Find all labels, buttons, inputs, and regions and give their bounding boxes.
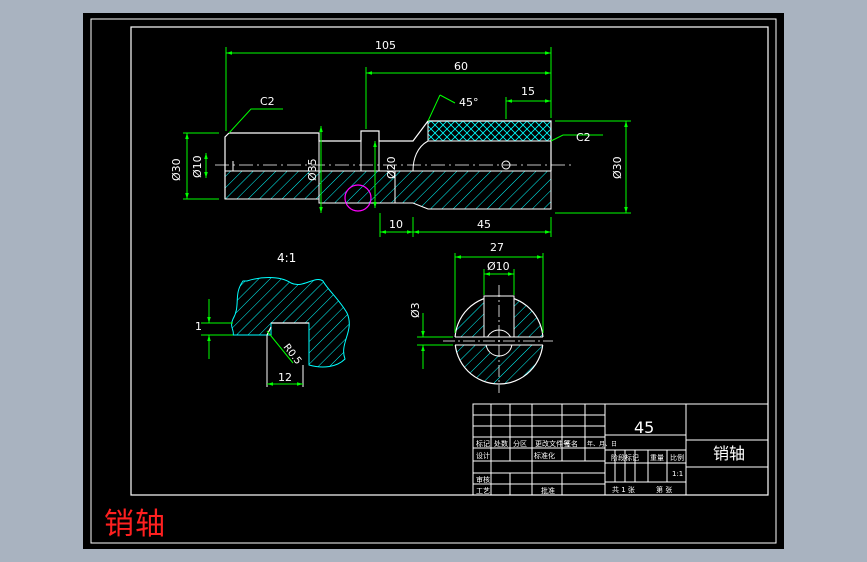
dim-15: 15	[521, 85, 535, 98]
dim-dia30-left: Ø30	[170, 158, 183, 181]
dim-10: 10	[389, 218, 403, 231]
dim-45-angle: 45°	[459, 96, 479, 109]
dim-section-hole: Ø10	[487, 260, 510, 273]
dim-dia35: Ø35	[306, 158, 319, 181]
dim-section-dia3: Ø3	[409, 302, 422, 318]
dim-detail-width: 12	[278, 371, 292, 384]
tb-stage-mark: 阶段标记	[611, 453, 639, 462]
tb-sheets-total: 共 1 张	[612, 485, 635, 494]
technical-drawing: 105 60 45° 15 C2 C2 Ø30 Ø10 Ø35 Ø20 Ø30 …	[90, 18, 777, 544]
tb-date: 年、月、日	[587, 440, 617, 448]
drawing-caption: 销轴	[104, 507, 166, 542]
dim-section-27: 27	[490, 241, 504, 254]
tb-scale-label: 比例	[670, 453, 684, 462]
dim-detail-depth: 1	[195, 320, 202, 333]
section-view	[443, 285, 553, 393]
tb-scale-value: 1:1	[672, 470, 683, 478]
tb-designer: 设计	[476, 451, 490, 460]
tb-material: 45	[634, 418, 654, 437]
dim-detail-radius: R0.5	[281, 342, 304, 367]
dim-105: 105	[375, 39, 396, 52]
tb-review: 审核	[476, 475, 490, 484]
dim-dia30-right: Ø30	[611, 156, 624, 179]
dim-60: 60	[454, 60, 468, 73]
tb-count: 处数	[494, 439, 508, 448]
tb-part-name: 销轴	[713, 444, 745, 463]
drawing-canvas: 105 60 45° 15 C2 C2 Ø30 Ø10 Ø35 Ø20 Ø30 …	[83, 13, 784, 549]
tb-zone: 分区	[513, 439, 527, 448]
dim-c2-right: C2	[576, 131, 591, 144]
tb-mark: 标记	[476, 439, 490, 448]
tb-process: 工艺	[476, 487, 490, 495]
tb-approve: 批准	[541, 486, 555, 495]
dim-45: 45	[477, 218, 491, 231]
detail-scale-label: 4:1	[277, 251, 296, 265]
dim-c2-left: C2	[260, 95, 275, 108]
tb-weight: 重量	[650, 454, 664, 462]
inner-frame	[130, 26, 769, 496]
tb-standardization: 标准化	[534, 451, 555, 460]
dim-dia10: Ø10	[191, 155, 204, 178]
tb-sign: 签名	[564, 439, 578, 448]
dim-dia20: Ø20	[385, 156, 398, 179]
outer-frame	[90, 18, 777, 544]
tb-sheet-no: 第 张	[656, 485, 672, 494]
main-dimensions	[183, 47, 631, 237]
